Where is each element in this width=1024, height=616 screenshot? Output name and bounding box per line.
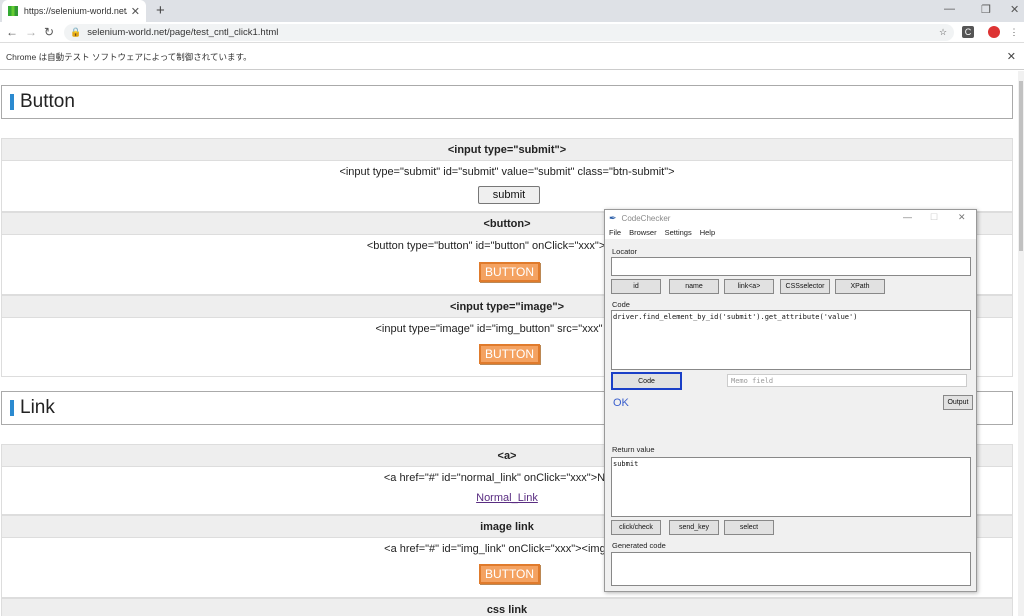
codechecker-titlebar: ✒ CodeChecker — ☐ ✕ (605, 210, 976, 226)
tab-close-icon[interactable]: ✕ (131, 5, 140, 18)
row-body: <input type="submit" id="submit" value="… (1, 161, 1013, 212)
section-title: Button (20, 91, 75, 112)
browser-tab[interactable]: https://selenium-world.net/page/ ✕ (2, 0, 146, 22)
profile-avatar[interactable] (988, 26, 1000, 38)
click-check-button[interactable]: click/check (611, 520, 661, 535)
browser-toolbar: ← → ↻ 🔒 selenium-world.net/page/test_cnt… (0, 22, 1024, 43)
status-text: OK (613, 397, 629, 409)
codechecker-window: ✒ CodeChecker — ☐ ✕ File Browser Setting… (604, 209, 977, 592)
menu-file[interactable]: File (609, 228, 621, 237)
forward-icon[interactable]: → (25, 25, 37, 39)
generated-code-label: Generated code (612, 541, 666, 550)
lock-icon: 🔒 (70, 27, 82, 37)
send-key-button[interactable]: send_key (669, 520, 719, 535)
name-button[interactable]: name (669, 279, 719, 294)
automation-infobar: Chrome は自動テスト ソフトウェアによって制御されています。 ✕ (0, 44, 1024, 70)
minimize-icon[interactable]: — (903, 212, 912, 222)
cssselector-button[interactable]: CSSselector (780, 279, 830, 294)
window-title: CodeChecker (621, 213, 671, 223)
image-button[interactable]: BUTTON (479, 344, 540, 364)
back-icon[interactable]: ← (6, 25, 18, 39)
address-bar[interactable]: 🔒 selenium-world.net/page/test_cntl_clic… (64, 24, 954, 41)
select-button[interactable]: select (724, 520, 774, 535)
extension-icon[interactable]: C (962, 26, 974, 38)
reload-icon[interactable]: ↻ (44, 25, 54, 39)
page-scrollbar[interactable] (1018, 71, 1024, 616)
section-accent-bar (10, 94, 14, 110)
close-icon[interactable]: ✕ (958, 212, 966, 223)
return-value-label: Return value (612, 445, 655, 454)
bookmark-star-icon[interactable]: ☆ (937, 26, 949, 38)
menu-bar: File Browser Settings Help (605, 226, 976, 239)
tab-strip: https://selenium-world.net/page/ ✕ + — ❐… (0, 0, 1024, 22)
code-label: Code (612, 300, 630, 309)
id-button[interactable]: id (611, 279, 661, 294)
row-head: <input type="submit"> (1, 138, 1013, 161)
submit-button[interactable]: submit (478, 186, 540, 204)
link-button[interactable]: link<a> (724, 279, 774, 294)
scrollbar-thumb[interactable] (1019, 81, 1023, 251)
section-title: Link (20, 397, 55, 418)
menu-settings[interactable]: Settings (665, 228, 692, 237)
feather-icon: ✒ (609, 212, 617, 223)
image-link[interactable]: BUTTON (479, 564, 540, 584)
infobar-close-icon[interactable]: ✕ (1007, 50, 1016, 63)
memo-field[interactable]: Memo field (727, 374, 967, 387)
return-value-textarea[interactable]: submit (611, 457, 971, 517)
xpath-button[interactable]: XPath (835, 279, 885, 294)
section-header-button: Button (1, 85, 1013, 119)
url-text: selenium-world.net/page/test_cntl_click1… (87, 27, 279, 38)
section-accent-bar (10, 400, 14, 416)
code-textarea[interactable]: driver.find_element_by_id('submit').get_… (611, 310, 971, 370)
maximize-icon[interactable]: ☐ (930, 212, 938, 223)
restore-icon[interactable]: ❐ (981, 3, 991, 16)
new-tab-icon[interactable]: + (156, 2, 165, 19)
locator-label: Locator (612, 247, 638, 256)
row-head: css link (1, 598, 1013, 616)
menu-browser[interactable]: Browser (629, 228, 657, 237)
tab-title: https://selenium-world.net/page/ (23, 6, 127, 16)
close-window-icon[interactable]: ✕ (1010, 3, 1019, 16)
infobar-text: Chrome は自動テスト ソフトウェアによって制御されています。 (6, 51, 252, 62)
code-button[interactable]: Code (611, 372, 682, 390)
more-menu-icon[interactable]: ⋮ (1008, 26, 1020, 38)
minimize-icon[interactable]: — (944, 3, 955, 15)
code-sample: <input type="submit" id="submit" value="… (339, 166, 675, 178)
button-element[interactable]: BUTTON (479, 262, 540, 282)
generated-code-textarea[interactable] (611, 552, 971, 586)
locator-input[interactable] (611, 257, 971, 276)
output-button[interactable]: Output (943, 395, 973, 410)
site-favicon-icon (8, 6, 18, 16)
menu-help[interactable]: Help (700, 228, 715, 237)
